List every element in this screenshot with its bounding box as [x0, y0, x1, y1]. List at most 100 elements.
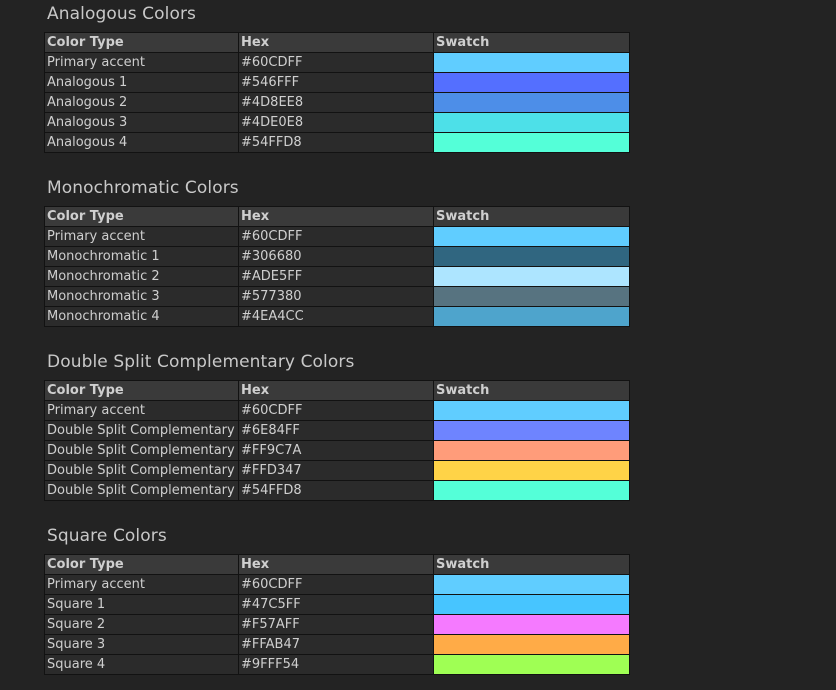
hex-cell: #9FFF54 [238, 654, 434, 675]
table-row: Analogous 2 #4D8EE8 [44, 92, 630, 113]
table-row: Primary accent #60CDFF [44, 226, 630, 247]
hex-cell: #60CDFF [238, 226, 434, 247]
color-type-cell: Primary accent [44, 574, 239, 595]
hex-cell: #306680 [238, 246, 434, 267]
color-swatch [433, 266, 630, 287]
table-row: Monochromatic 3 #577380 [44, 286, 630, 307]
table-header-row: Color Type Hex Swatch [44, 206, 630, 227]
table-header-row: Color Type Hex Swatch [44, 380, 630, 401]
color-swatch [433, 440, 630, 461]
color-swatch [433, 286, 630, 307]
color-swatch [433, 52, 630, 73]
hex-cell: #FF9C7A [238, 440, 434, 461]
table-row: Double Split Complementary 4 #54FFD8 [44, 480, 630, 501]
hex-cell: #60CDFF [238, 52, 434, 73]
color-type-cell: Primary accent [44, 400, 239, 421]
section-title: Square Colors [47, 526, 167, 546]
table-row: Primary accent #60CDFF [44, 574, 630, 595]
color-type-cell: Monochromatic 1 [44, 246, 239, 267]
column-header-color-type: Color Type [44, 32, 239, 53]
table-header-row: Color Type Hex Swatch [44, 554, 630, 575]
color-type-cell: Monochromatic 3 [44, 286, 239, 307]
column-header-swatch: Swatch [433, 32, 630, 53]
color-table: Color Type Hex Swatch Primary accent #60… [44, 32, 630, 153]
color-type-cell: Monochromatic 4 [44, 306, 239, 327]
table-row: Double Split Complementary 1 #6E84FF [44, 420, 630, 441]
color-type-cell: Analogous 4 [44, 132, 239, 153]
color-type-cell: Square 4 [44, 654, 239, 675]
section-title: Monochromatic Colors [47, 178, 239, 198]
color-type-cell: Monochromatic 2 [44, 266, 239, 287]
color-swatch [433, 400, 630, 421]
hex-cell: #54FFD8 [238, 480, 434, 501]
color-swatch [433, 574, 630, 595]
hex-cell: #60CDFF [238, 574, 434, 595]
hex-cell: #546FFF [238, 72, 434, 93]
color-swatch [433, 460, 630, 481]
color-swatch [433, 132, 630, 153]
hex-cell: #ADE5FF [238, 266, 434, 287]
hex-cell: #4EA4CC [238, 306, 434, 327]
color-swatch [433, 226, 630, 247]
color-table: Color Type Hex Swatch Primary accent #60… [44, 554, 630, 675]
column-header-color-type: Color Type [44, 206, 239, 227]
color-swatch [433, 420, 630, 441]
table-row: Primary accent #60CDFF [44, 400, 630, 421]
column-header-hex: Hex [238, 554, 434, 575]
color-swatch [433, 246, 630, 267]
table-row: Monochromatic 4 #4EA4CC [44, 306, 630, 327]
color-type-cell: Square 1 [44, 594, 239, 615]
color-type-cell: Square 3 [44, 634, 239, 655]
color-swatch [433, 72, 630, 93]
hex-cell: #577380 [238, 286, 434, 307]
column-header-swatch: Swatch [433, 206, 630, 227]
section-double-split-complementary: Double Split Complementary Colors Color … [44, 349, 630, 501]
color-swatch [433, 634, 630, 655]
table-row: Analogous 4 #54FFD8 [44, 132, 630, 153]
table-row: Monochromatic 1 #306680 [44, 246, 630, 267]
table-row: Primary accent #60CDFF [44, 52, 630, 73]
color-type-cell: Analogous 1 [44, 72, 239, 93]
color-type-cell: Primary accent [44, 52, 239, 73]
color-swatch [433, 654, 630, 675]
table-row: Square 1 #47C5FF [44, 594, 630, 615]
hex-cell: #54FFD8 [238, 132, 434, 153]
column-header-hex: Hex [238, 32, 434, 53]
table-row: Double Split Complementary 3 #FFD347 [44, 460, 630, 481]
color-swatch [433, 614, 630, 635]
hex-cell: #6E84FF [238, 420, 434, 441]
color-type-cell: Analogous 3 [44, 112, 239, 133]
color-swatch [433, 92, 630, 113]
column-header-swatch: Swatch [433, 554, 630, 575]
color-type-cell: Primary accent [44, 226, 239, 247]
table-row: Double Split Complementary 2 #FF9C7A [44, 440, 630, 461]
table-row: Square 4 #9FFF54 [44, 654, 630, 675]
section-analogous: Analogous Colors Color Type Hex Swatch P… [44, 1, 630, 153]
hex-cell: #FFAB47 [238, 634, 434, 655]
hex-cell: #4DE0E8 [238, 112, 434, 133]
color-table: Color Type Hex Swatch Primary accent #60… [44, 206, 630, 327]
table-row: Square 3 #FFAB47 [44, 634, 630, 655]
table-row: Analogous 1 #546FFF [44, 72, 630, 93]
color-swatch [433, 480, 630, 501]
table-header-row: Color Type Hex Swatch [44, 32, 630, 53]
color-type-cell: Double Split Complementary 1 [44, 420, 239, 441]
section-square: Square Colors Color Type Hex Swatch Prim… [44, 523, 630, 675]
column-header-hex: Hex [238, 206, 434, 227]
color-type-cell: Double Split Complementary 3 [44, 460, 239, 481]
color-type-cell: Square 2 [44, 614, 239, 635]
color-type-cell: Analogous 2 [44, 92, 239, 113]
section-monochromatic: Monochromatic Colors Color Type Hex Swat… [44, 175, 630, 327]
column-header-swatch: Swatch [433, 380, 630, 401]
color-swatch [433, 112, 630, 133]
hex-cell: #4D8EE8 [238, 92, 434, 113]
table-row: Analogous 3 #4DE0E8 [44, 112, 630, 133]
table-row: Monochromatic 2 #ADE5FF [44, 266, 630, 287]
table-row: Square 2 #F57AFF [44, 614, 630, 635]
hex-cell: #FFD347 [238, 460, 434, 481]
color-swatch [433, 594, 630, 615]
column-header-color-type: Color Type [44, 380, 239, 401]
section-title: Analogous Colors [47, 4, 197, 24]
hex-cell: #F57AFF [238, 614, 434, 635]
section-title: Double Split Complementary Colors [47, 352, 355, 372]
